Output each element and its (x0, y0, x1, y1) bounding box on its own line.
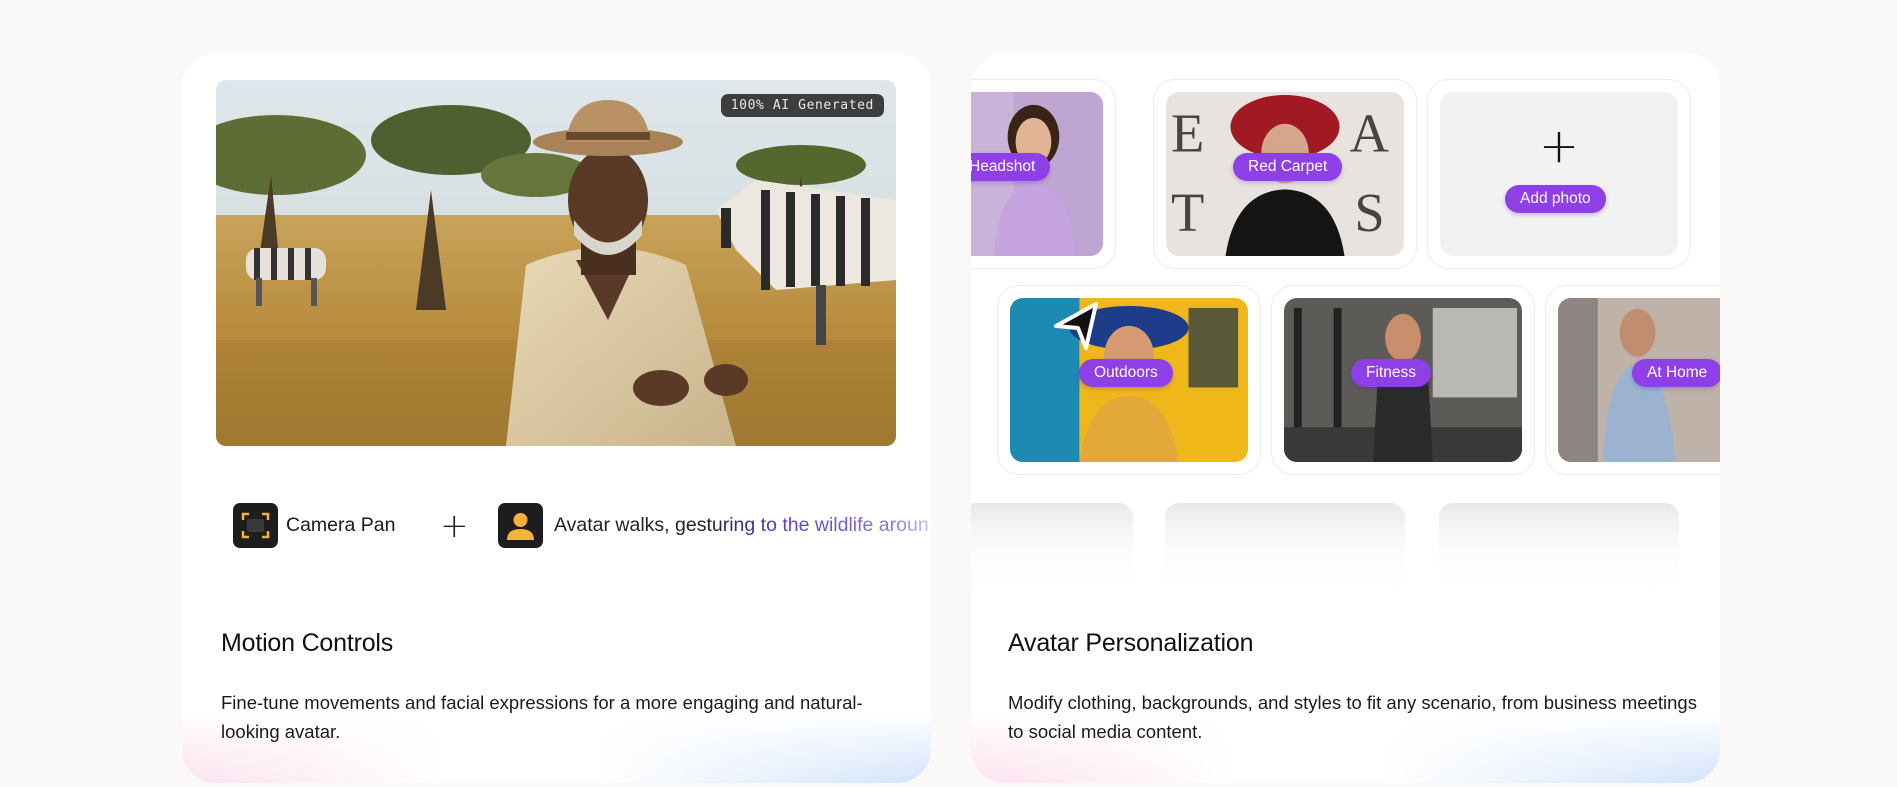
camera-pan-label: Camera Pan (286, 514, 396, 536)
svg-text:S: S (1354, 182, 1384, 243)
avatar-person-icon[interactable] (498, 503, 543, 548)
add-photo-plus-icon: + (1538, 118, 1580, 174)
add-photo-button[interactable]: Add photo (1505, 185, 1606, 213)
motion-prompt-text: Avatar walks, gesturing to the wildlife … (554, 514, 931, 537)
cursor-pointer-icon (1054, 302, 1098, 350)
at-home-pill: At Home (1632, 359, 1720, 387)
avatar-personalization-title: Avatar Personalization (1008, 629, 1254, 657)
add-photo-tile[interactable]: + Add photo (1427, 79, 1691, 269)
motion-controls-card: 100% AI Generated Camera Pan + Avatar wa… (182, 53, 931, 783)
faded-tile (1165, 503, 1405, 613)
svg-text:T: T (1171, 182, 1204, 243)
style-tile-red-carpet[interactable]: E A T S Red Carpet (1153, 79, 1417, 269)
faded-tile-row (971, 503, 1720, 643)
avatar-personalization-card: Headshot E A T S Red Carpet + Add photo (971, 53, 1720, 783)
style-tile-outdoors[interactable]: Outdoors (997, 285, 1261, 475)
headshot-pill: Headshot (971, 153, 1051, 181)
add-photo-placeholder (1440, 92, 1678, 256)
avatar-personalization-description: Modify clothing, backgrounds, and styles… (1008, 692, 1697, 742)
red-carpet-pill: Red Carpet (1233, 153, 1343, 181)
style-tile-fitness[interactable]: Fitness (1271, 285, 1535, 475)
video-preview[interactable]: 100% AI Generated (216, 80, 896, 446)
plus-icon: + (440, 506, 469, 546)
motion-prompt-row: Camera Pan + Avatar walks, gesturing to … (182, 497, 931, 555)
faded-tile (971, 503, 1133, 613)
outdoors-pill: Outdoors (1079, 359, 1173, 387)
svg-text:E: E (1171, 103, 1204, 164)
style-tile-headshot[interactable]: Headshot (971, 79, 1116, 269)
motion-controls-title: Motion Controls (221, 629, 394, 657)
camera-pan-icon[interactable] (233, 503, 278, 548)
fitness-pill: Fitness (1351, 359, 1431, 387)
svg-text:A: A (1349, 103, 1389, 164)
safari-scene-image (216, 80, 896, 446)
motion-controls-description: Fine-tune movements and facial expressio… (221, 692, 863, 742)
ai-generated-badge: 100% AI Generated (720, 94, 884, 117)
style-tile-at-home[interactable]: At Home (1545, 285, 1720, 475)
faded-tile (1439, 503, 1679, 613)
